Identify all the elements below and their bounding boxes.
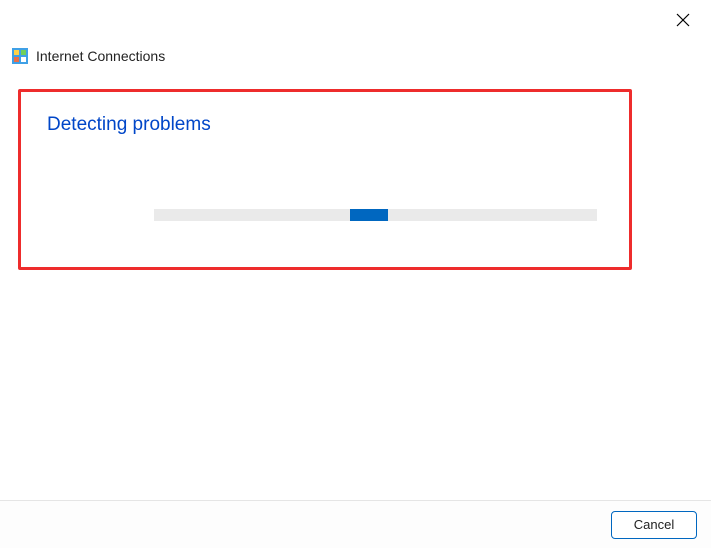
cancel-button[interactable]: Cancel: [611, 511, 697, 539]
close-button[interactable]: [673, 12, 693, 32]
progress-bar: [154, 209, 597, 221]
status-heading: Detecting problems: [47, 114, 603, 136]
footer-bar: Cancel: [0, 500, 711, 548]
close-icon: [676, 13, 690, 32]
troubleshooter-icon: [12, 48, 28, 64]
window-header: Internet Connections: [12, 48, 165, 64]
progress-indicator: [350, 209, 388, 221]
content-highlight-box: Detecting problems: [18, 89, 632, 270]
window-title: Internet Connections: [36, 48, 165, 64]
